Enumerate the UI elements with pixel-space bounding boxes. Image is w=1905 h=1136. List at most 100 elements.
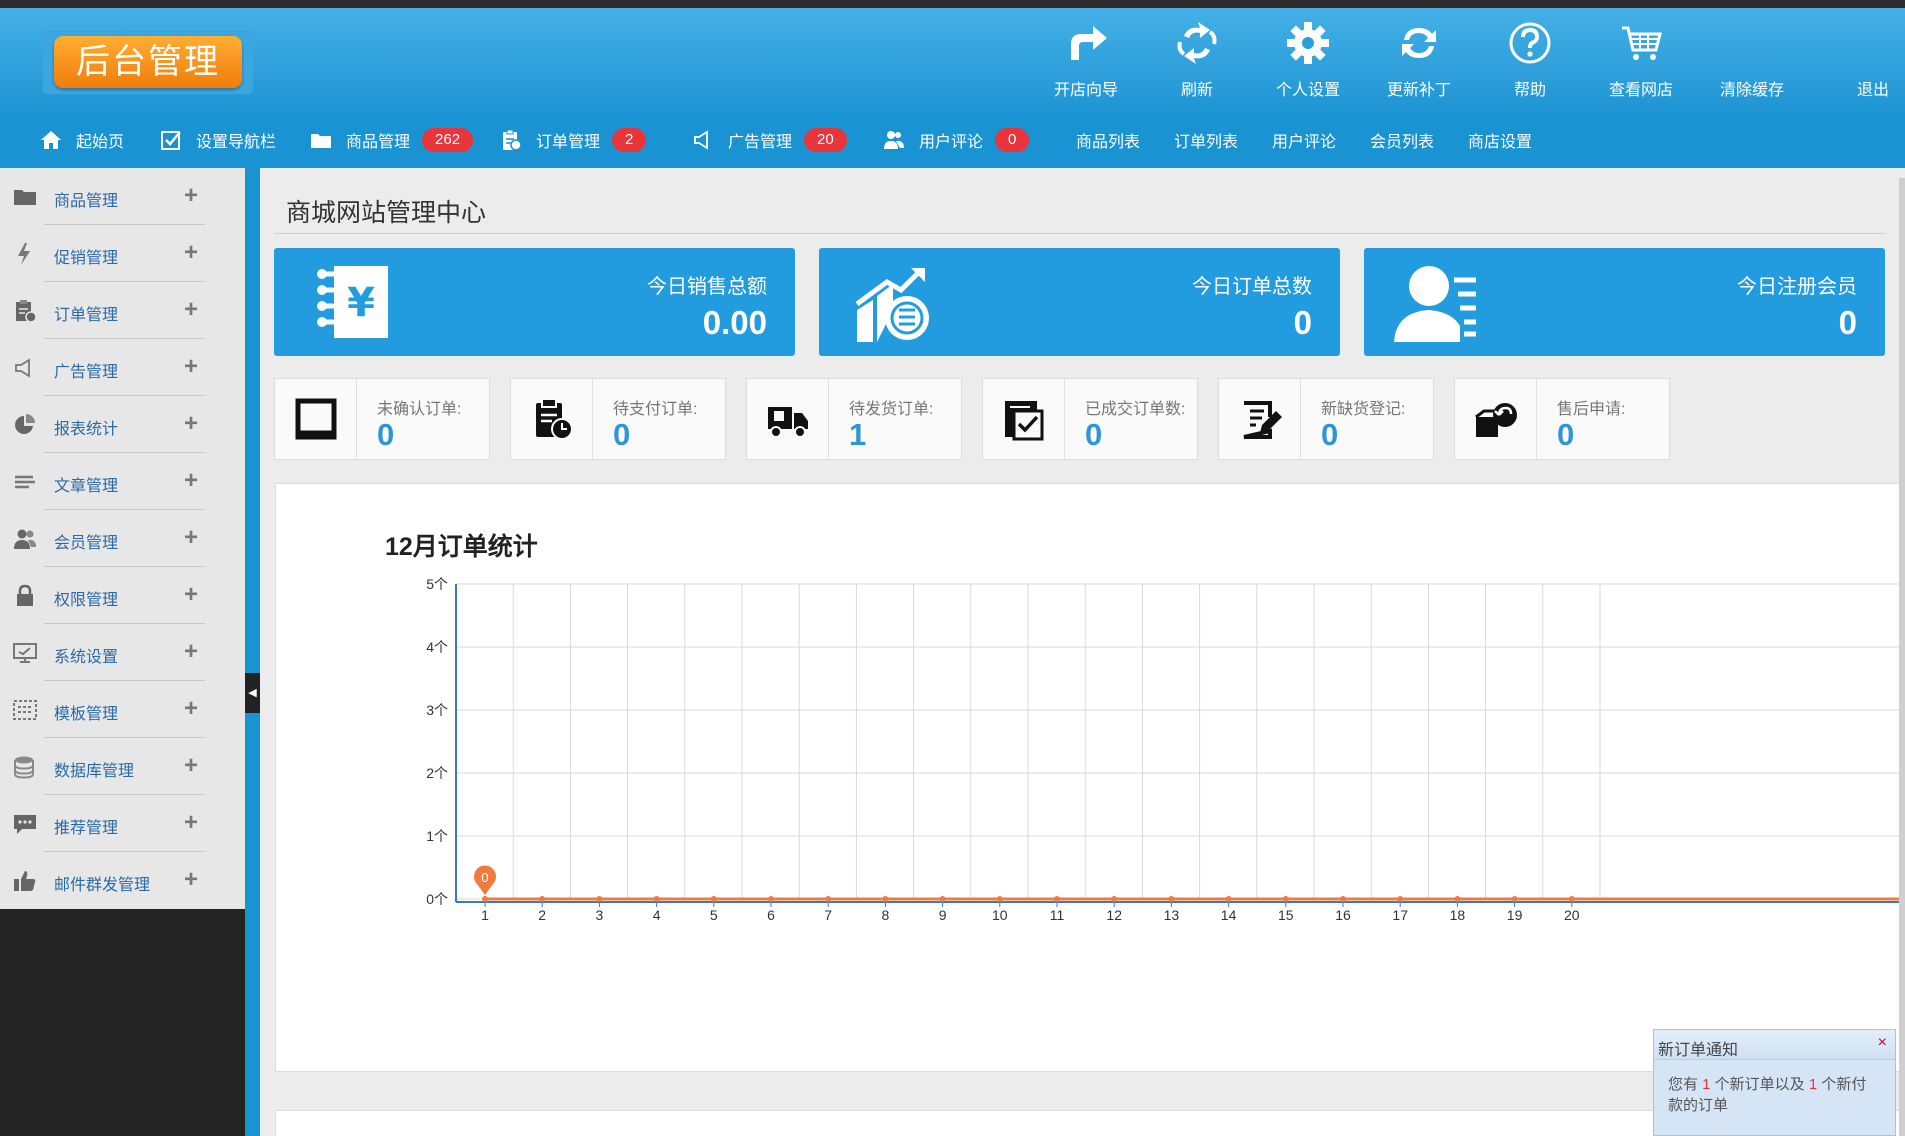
megaphone-icon [694, 130, 708, 150]
title-divider [274, 233, 1885, 234]
stat-value: 0 [1293, 304, 1312, 341]
expand-plus-icon[interactable]: + [184, 581, 198, 609]
gear-icon [1287, 22, 1329, 64]
toolbar-refresh[interactable]: 刷新 [1152, 8, 1242, 112]
header: 后台管理 开店向导 刷新 个人设置 更新补丁 帮助 查看网店 清除缓存 退出 [0, 8, 1905, 112]
sidebar-item-recommend[interactable]: 推荐管理 + [0, 795, 245, 852]
data-point [1340, 896, 1346, 902]
sidebar-item-members[interactable]: 会员管理 + [0, 510, 245, 567]
expand-plus-icon[interactable]: + [184, 524, 198, 552]
order-stat-value: 1 [849, 417, 867, 452]
home-icon [41, 131, 61, 149]
toolbar-personal-settings[interactable]: 个人设置 [1263, 8, 1353, 112]
vertical-scrollbar[interactable] [1899, 178, 1905, 1136]
nav-order-badge: 2 [612, 128, 647, 152]
data-point [1397, 896, 1404, 902]
x-tick-label: 11 [1050, 907, 1065, 923]
stat-today-members: 今日注册会员 0 [1364, 248, 1885, 356]
toolbar-setup-wizard[interactable]: 开店向导 [1041, 8, 1131, 112]
truck-icon [768, 407, 808, 438]
nav-shop-settings[interactable]: 商店设置 [1468, 112, 1532, 168]
sidebar-item-promotion[interactable]: 促销管理 + [0, 225, 245, 282]
database-icon [14, 756, 34, 779]
order-stat-out-of-stock[interactable]: 新缺货登记: 0 [1218, 378, 1434, 460]
data-point [1111, 896, 1118, 902]
sidebar-item-articles[interactable]: 文章管理 + [0, 453, 245, 510]
x-tick-label: 3 [596, 907, 604, 923]
expand-plus-icon[interactable]: + [184, 410, 198, 438]
x-tick-label: 17 [1392, 907, 1408, 923]
close-icon[interactable]: × [1878, 1034, 1887, 1052]
x-tick-label: 9 [939, 907, 947, 923]
annotation-label: 0 [481, 870, 488, 885]
y-tick-label: 0个 [426, 891, 448, 907]
expand-plus-icon[interactable]: + [184, 695, 198, 723]
toolbar-view-shop[interactable]: 查看网店 [1596, 8, 1686, 112]
sidebar-item-ads[interactable]: 广告管理 + [0, 339, 245, 396]
nav-ad-manage[interactable]: 广告管理 20 [692, 112, 847, 168]
order-line-chart: 0个1个2个3个4个5个1 2 3 4 5 6 7 8 9 10 11 12 13 14 15 16 17 18 1… [426, 576, 1905, 923]
sidebar-item-orders[interactable]: 订单管理 + [0, 282, 245, 339]
y-tick-label: 5个 [426, 576, 448, 592]
sidebar-item-goods[interactable]: 商品管理 + [0, 168, 245, 225]
data-point [939, 896, 946, 902]
nav-order-list[interactable]: 订单列表 [1174, 112, 1238, 168]
template-grid-icon [13, 700, 37, 720]
nav-member-list[interactable]: 会员列表 [1370, 112, 1434, 168]
nav-order-manage[interactable]: 订单管理 2 [500, 112, 647, 168]
expand-plus-icon[interactable]: + [184, 353, 198, 381]
logo-text: 后台管理 [54, 36, 242, 88]
sidebar-item-templates[interactable]: 模板管理 + [0, 681, 245, 738]
expand-plus-icon[interactable]: + [184, 809, 198, 837]
sidebar-collapse-toggle[interactable]: ◀ [245, 673, 260, 713]
member-icon [1394, 266, 1476, 342]
nav-home[interactable]: 起始页 [40, 112, 124, 168]
sidebar-item-reports[interactable]: 报表统计 + [0, 396, 245, 453]
x-tick-label: 6 [767, 907, 775, 923]
cart-icon [1622, 26, 1662, 60]
toolbar-help[interactable]: 帮助 [1485, 8, 1575, 112]
new-order-notice: 新订单通知 × 您有 1 个新订单以及 1 个新付款的订单 [1653, 1029, 1896, 1136]
yen-notebook-icon: ¥ [317, 266, 388, 338]
clipboard-icon [503, 129, 522, 151]
sidebar-item-database[interactable]: 数据库管理 + [0, 738, 245, 795]
checkbox-icon [161, 131, 181, 150]
nav-set-navbar[interactable]: 设置导航栏 [160, 112, 276, 168]
expand-plus-icon[interactable]: + [184, 182, 198, 210]
nav-goods-manage[interactable]: 商品管理 262 [310, 112, 474, 168]
order-stat-unpaid[interactable]: 待支付订单: 0 [510, 378, 726, 460]
nav-user-comments[interactable]: 用户评论 0 [883, 112, 1030, 168]
x-tick-label: 16 [1335, 907, 1351, 923]
sidebar-divider [245, 168, 260, 1136]
checked-doc-icon [1005, 401, 1044, 441]
order-stat-completed[interactable]: 已成交订单数: 0 [982, 378, 1198, 460]
data-point [882, 896, 889, 902]
stat-today-orders: 今日订单总数 0 [819, 248, 1340, 356]
toolbar-update-patch[interactable]: 更新补丁 [1374, 8, 1464, 112]
order-stat-to-ship[interactable]: 待发货订单: 1 [746, 378, 962, 460]
edit-doc-icon [1243, 401, 1282, 439]
toolbar-clear-cache[interactable]: 清除缓存 [1707, 8, 1797, 112]
logo[interactable]: 后台管理 [43, 30, 253, 94]
expand-plus-icon[interactable]: + [184, 467, 198, 495]
notice-body: 您有 1 个新订单以及 1 个新付款的订单 [1668, 1076, 1867, 1114]
y-tick-label: 3个 [426, 702, 448, 718]
expand-plus-icon[interactable]: + [184, 866, 198, 894]
nav-user-comment-list[interactable]: 用户评论 [1272, 112, 1336, 168]
nav-goods-list[interactable]: 商品列表 [1076, 112, 1140, 168]
expand-plus-icon[interactable]: + [184, 638, 198, 666]
lock-icon [17, 584, 33, 606]
y-tick-label: 2个 [426, 765, 448, 781]
order-stat-value: 0 [1557, 417, 1575, 452]
toolbar-logout[interactable]: 退出 [1841, 8, 1905, 112]
order-stat-unconfirmed[interactable]: 未确认订单: 0 [274, 378, 490, 460]
expand-plus-icon[interactable]: + [184, 296, 198, 324]
expand-plus-icon[interactable]: + [184, 239, 198, 267]
expand-plus-icon[interactable]: + [184, 752, 198, 780]
sidebar-item-permissions[interactable]: 权限管理 + [0, 567, 245, 624]
order-stat-after-sales[interactable]: 售后申请: 0 [1454, 378, 1670, 460]
sidebar-item-mass-mail[interactable]: 邮件群发管理 + [0, 852, 245, 909]
sync-icon [1402, 28, 1436, 58]
sidebar-item-system[interactable]: 系统设置 + [0, 624, 245, 681]
data-point [1454, 896, 1461, 902]
